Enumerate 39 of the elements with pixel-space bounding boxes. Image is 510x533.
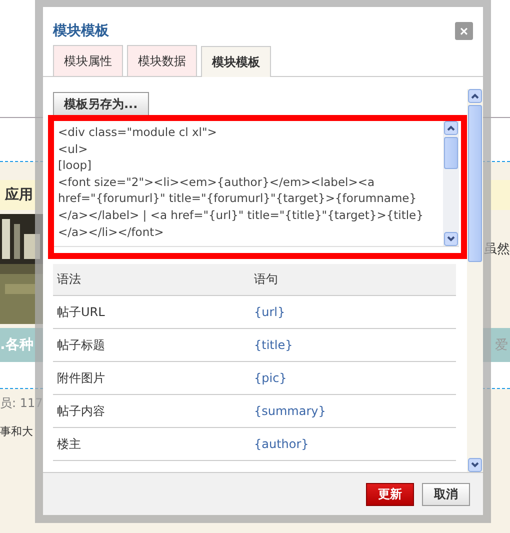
table-cell-text: {author} bbox=[253, 437, 310, 451]
table-cell-text: 附件图片 bbox=[56, 370, 106, 386]
column-header: 语法 bbox=[56, 271, 82, 288]
body-text: 事和大 bbox=[0, 424, 33, 438]
scrollbar[interactable] bbox=[467, 89, 483, 472]
scroll-thumb[interactable] bbox=[468, 105, 482, 262]
code-line: </a></li></font> bbox=[58, 224, 165, 240]
scrollbar[interactable] bbox=[443, 121, 459, 246]
table-cell-text: 帖子内容 bbox=[56, 402, 106, 420]
table-cell-text: {pic} bbox=[253, 371, 288, 385]
scroll-down-icon[interactable] bbox=[468, 458, 482, 472]
update-button[interactable]: 更新 bbox=[366, 482, 414, 506]
table-cell-text: 帖子URL bbox=[56, 304, 106, 320]
tab[interactable]: 模块模板 bbox=[201, 46, 271, 77]
code-editor[interactable] bbox=[54, 121, 459, 247]
table-cell-text: 楼主 bbox=[56, 436, 82, 452]
code-line: [loop] bbox=[58, 157, 93, 174]
body-text: 虽然 bbox=[484, 241, 510, 258]
table-cell-text: {title} bbox=[253, 338, 294, 352]
cancel-button[interactable]: 取消 bbox=[422, 482, 470, 506]
dialog-title: 模块模板 bbox=[53, 22, 109, 40]
tab[interactable]: 模块属性 bbox=[53, 45, 123, 76]
image-caption: .各种 bbox=[0, 336, 34, 354]
table-cell-text: {summary} bbox=[253, 404, 327, 418]
section-heading: 应用 bbox=[5, 186, 33, 204]
column-header: 语句 bbox=[253, 271, 279, 288]
scroll-down-icon[interactable] bbox=[444, 232, 458, 246]
tab[interactable]: 模块数据 bbox=[127, 45, 197, 76]
code-line: <div class="module cl xl"> bbox=[58, 124, 218, 141]
code-line: <font size="2"><li><em>{author}</em><label><a bbox=[58, 174, 376, 190]
table-cell-text: 帖子标题 bbox=[56, 336, 106, 354]
table-cell-text: {url} bbox=[253, 305, 286, 319]
code-line: href="{forumurl}" title="{forumurl}"{target}>{forumname} bbox=[58, 190, 418, 207]
scroll-up-icon[interactable] bbox=[444, 121, 458, 135]
scroll-up-icon[interactable] bbox=[468, 89, 482, 103]
scroll-thumb[interactable] bbox=[444, 137, 458, 169]
code-line: </a></label> | <a href="{url}" title="{title}"{target}>{title} bbox=[58, 206, 424, 224]
code-line: <ul> bbox=[58, 140, 89, 158]
save-as-button[interactable]: 模板另存为... bbox=[53, 92, 149, 116]
